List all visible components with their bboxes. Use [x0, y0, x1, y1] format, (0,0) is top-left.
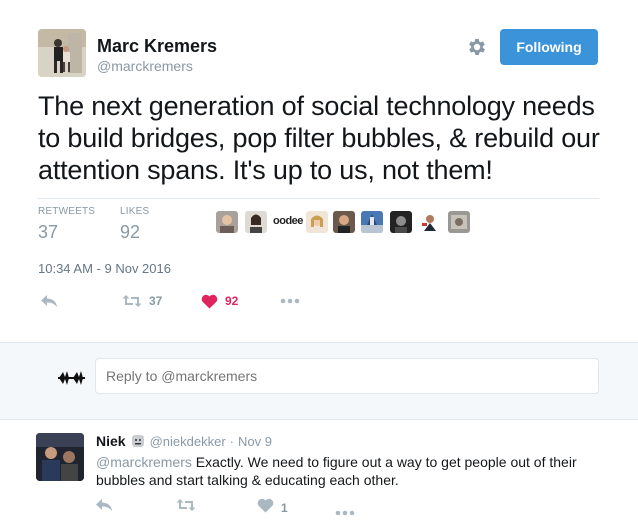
liker-avatar[interactable]: [361, 211, 383, 233]
liker-avatar[interactable]: [245, 211, 267, 233]
reply-tweet-retweet-button[interactable]: [176, 498, 196, 517]
author-avatar[interactable]: [38, 29, 86, 77]
heart-icon: [257, 498, 274, 518]
more-button[interactable]: [280, 292, 300, 310]
reply-author-handle[interactable]: @niekdekker: [150, 434, 226, 449]
retweet-button[interactable]: 37: [122, 292, 162, 310]
more-dots-icon: [335, 503, 355, 521]
tweet: Marc Kremers @marckremers Following The …: [0, 0, 638, 342]
reply-arrow-icon: [40, 294, 58, 308]
liker-avatar[interactable]: [418, 211, 440, 233]
likes-stat[interactable]: LIKES 92: [120, 206, 149, 243]
retweets-stat[interactable]: RETWEETS 37: [38, 206, 95, 243]
reply-mention-link[interactable]: @marckremers: [96, 454, 192, 470]
reply-date[interactable]: Nov 9: [238, 434, 272, 449]
retweets-value: 37: [38, 222, 59, 242]
reply-header: Niek @niekdekker · Nov 9: [96, 433, 272, 449]
retweet-icon: [122, 294, 142, 308]
like-button[interactable]: 92: [201, 292, 238, 310]
reply-input[interactable]: [95, 358, 599, 394]
likes-value: 92: [120, 222, 141, 242]
emoji-face-icon: [131, 434, 145, 448]
reply-tweet-reply-button[interactable]: [95, 498, 113, 517]
tweet-text: The next generation of social technology…: [38, 91, 600, 185]
tweet-timestamp[interactable]: 10:34 AM - 9 Nov 2016: [38, 261, 171, 276]
retweets-label: RETWEETS: [38, 206, 96, 217]
liker-avatar[interactable]: [216, 211, 238, 233]
more-dots-icon: [280, 298, 300, 304]
reply-arrow-icon: [95, 498, 113, 517]
liker-avatar[interactable]: [333, 211, 355, 233]
heart-icon: [201, 294, 218, 309]
current-user-avatar: [57, 363, 87, 393]
reply-text: @marckremers Exactly. We need to figure …: [96, 453, 606, 489]
retweet-count: 37: [149, 294, 163, 308]
author-name[interactable]: Marc Kremers: [97, 36, 217, 57]
reply-tweet-like-button[interactable]: 1: [257, 498, 288, 518]
likes-label: LIKES: [120, 206, 150, 217]
following-button[interactable]: Following: [500, 29, 598, 65]
reply-tweet-more-button[interactable]: [335, 503, 355, 521]
retweet-icon: [176, 498, 196, 517]
reply-button[interactable]: [40, 292, 58, 310]
like-count: 92: [225, 294, 239, 308]
reply-like-count: 1: [281, 501, 288, 515]
liker-avatar[interactable]: [448, 211, 470, 233]
reply-author-avatar[interactable]: [36, 433, 84, 481]
author-handle[interactable]: @marckremers: [97, 58, 193, 74]
reply-author-name[interactable]: Niek: [96, 433, 126, 449]
reply-composer: [0, 342, 638, 420]
liker-avatar[interactable]: [390, 211, 412, 233]
liker-avatar[interactable]: [306, 211, 328, 233]
liker-text-avatar[interactable]: oodee: [273, 215, 303, 227]
separator: ·: [229, 433, 234, 449]
divider: [38, 198, 599, 199]
gear-icon[interactable]: [466, 36, 488, 58]
